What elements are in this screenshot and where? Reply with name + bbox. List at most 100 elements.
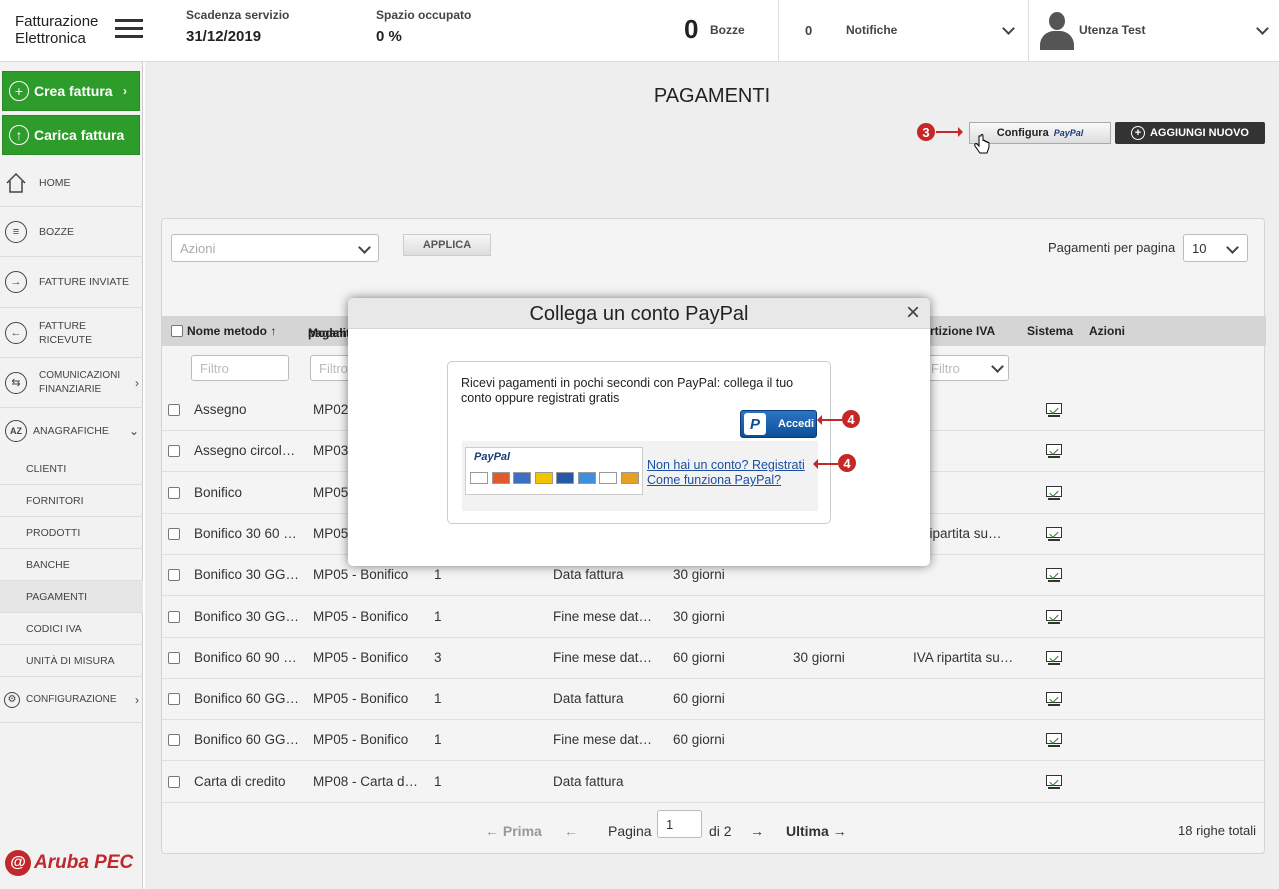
col-modalita-line2: pagame	[308, 326, 354, 340]
sidebar-sub-unita-misura[interactable]: UNITÀ DI MISURA	[0, 645, 143, 677]
sidebar-item-bozze[interactable]: ≡ BOZZE	[0, 207, 143, 257]
step-4-arrow-icon	[813, 459, 838, 469]
user-avatar-icon[interactable]	[1040, 12, 1074, 50]
sidebar-sub-prodotti[interactable]: PRODOTTI	[0, 517, 143, 549]
cell-nome: Bonifico 30 GG…	[194, 608, 300, 624]
cell-gg1: 30 giorni	[673, 567, 725, 583]
sidebar-sub-codici-iva[interactable]: CODICI IVA	[0, 613, 143, 645]
spazio-label: Spazio occupato	[376, 8, 472, 22]
row-checkbox[interactable]	[168, 734, 180, 747]
table-row[interactable]: Bonifico 60 GG… MP05 - Bonifico 1 Fine mese…	[162, 720, 1266, 762]
paypal-box: Ricevi pagamenti in pochi secondi con Pa…	[447, 361, 831, 524]
sidebar-sub-clienti[interactable]: CLIENTI	[0, 453, 143, 485]
pager-pagina-label: Pagina	[608, 823, 652, 839]
sidebar-item-configurazione[interactable]: ⚙ CONFIGURAZIONE ›	[0, 677, 143, 723]
divider	[1028, 0, 1029, 62]
cell-gg1: 30 giorni	[673, 608, 725, 624]
row-checkbox[interactable]	[168, 775, 180, 788]
row-checkbox[interactable]	[168, 569, 180, 582]
total-rows-label: 18 righe totali	[1178, 823, 1257, 838]
chevron-down-icon	[358, 241, 371, 254]
scadenza-label: Scadenza servizio	[186, 8, 290, 22]
table-row[interactable]: Carta di credito MP08 - Carta d… 1 Data fat…	[162, 762, 1266, 803]
sidebar-item-label: CONFIGURAZIONE	[26, 694, 117, 705]
exchange-icon: ⇆	[5, 371, 27, 394]
monitor-icon	[1046, 650, 1062, 666]
gear-icon: ⚙	[4, 691, 20, 708]
carica-fattura-label: Carica fattura	[34, 127, 125, 143]
aruba-at-icon: @	[5, 850, 31, 876]
pager-prima[interactable]: ← Prima	[485, 823, 542, 839]
drafts-icon: ≡	[5, 220, 27, 243]
sidebar: + Crea fattura › ↑ Carica fattura HOME ≡…	[0, 62, 143, 889]
cell-mod: MP05	[313, 525, 349, 541]
cell-n: 1	[434, 691, 442, 707]
crea-fattura-button[interactable]: + Crea fattura ›	[2, 71, 140, 111]
col-ripartizione-iva[interactable]: rtizione IVA	[930, 324, 995, 338]
hamburger-menu-icon[interactable]	[115, 19, 143, 39]
cell-dec: Fine mese dat…	[553, 608, 653, 624]
sidebar-sub-pagamenti[interactable]: PAGAMENTI	[0, 581, 143, 613]
bozze-label[interactable]: Bozze	[710, 23, 745, 37]
card-amex2-icon	[577, 472, 596, 484]
cell-nome: Bonifico 60 GG…	[194, 691, 300, 707]
come-funziona-link[interactable]: Come funziona PayPal?	[647, 473, 805, 488]
pager-prev-arrow-icon[interactable]: ←	[564, 823, 578, 839]
chevron-right-icon: ›	[123, 84, 127, 98]
cell-mod: MP05 - Bonifico	[313, 732, 409, 748]
brand-label: Aruba PEC	[34, 852, 134, 873]
row-checkbox[interactable]	[168, 693, 180, 706]
per-pagina-label: Pagamenti per pagina	[1048, 240, 1176, 255]
filter-nome-input[interactable]: Filtro	[191, 355, 289, 381]
pager-di-label: di 2	[709, 823, 732, 839]
per-pagina-select[interactable]: 10	[1183, 234, 1248, 262]
row-checkbox[interactable]	[168, 486, 180, 499]
col-nome-metodo[interactable]: Nome metodo ↑	[187, 324, 276, 338]
card-discover-icon	[599, 472, 617, 484]
step-3-arrow-icon	[936, 127, 963, 137]
sidebar-item-label: HOME	[39, 177, 71, 189]
sidebar-item-anagrafiche[interactable]: AZ ANAGRAFICHE ⌄	[0, 408, 143, 454]
notifiche-count[interactable]: 0	[805, 23, 812, 38]
paypal-cards-logo: PayPal	[465, 447, 643, 495]
pager-page-input[interactable]: 1	[657, 810, 702, 838]
row-checkbox[interactable]	[168, 651, 180, 664]
table-row[interactable]: Bonifico 60 90 … MP05 - Bonifico 3 Fine mes…	[162, 638, 1266, 679]
monitor-icon	[1046, 444, 1062, 459]
cell-gg1: 60 giorni	[673, 732, 725, 748]
pager-next-arrow-icon[interactable]: →	[750, 823, 764, 839]
sidebar-item-label: FINANZIARIE	[39, 383, 102, 395]
col-sistema[interactable]: Sistema	[1027, 324, 1073, 338]
app-logo[interactable]: Fatturazione Elettronica	[15, 13, 98, 47]
table-row[interactable]: Bonifico 30 GG… MP05 - Bonifico 1 Fine mese…	[162, 597, 1266, 638]
row-checkbox[interactable]	[168, 527, 180, 540]
user-name[interactable]: Utenza Test	[1079, 23, 1145, 37]
filter-ripartizione-select[interactable]: Filtro	[922, 355, 1009, 381]
configura-paypal-button[interactable]: Configura PayPal	[969, 122, 1111, 144]
sidebar-item-label: FATTURE INVIATE	[39, 276, 130, 288]
row-checkbox[interactable]	[168, 610, 180, 623]
close-icon[interactable]: ×	[906, 301, 920, 325]
user-chevron-down-icon[interactable]	[1256, 22, 1269, 35]
row-checkbox[interactable]	[168, 404, 180, 416]
sidebar-item-comunicazioni[interactable]: ⇆ COMUNICAZIONI FINANZIARIE ›	[0, 358, 143, 408]
sidebar-item-fatture-inviate[interactable]: → FATTURE INVIATE	[0, 257, 143, 308]
row-checkbox[interactable]	[168, 445, 180, 458]
notifiche-label[interactable]: Notifiche	[846, 23, 897, 37]
monitor-icon	[1046, 485, 1062, 501]
sidebar-item-fatture-ricevute[interactable]: ← FATTURE RICEVUTE	[0, 308, 143, 358]
azioni-select[interactable]: Azioni	[171, 234, 379, 262]
select-all-checkbox[interactable]	[171, 325, 183, 337]
sidebar-sub-fornitori[interactable]: FORNITORI	[0, 485, 143, 517]
notifiche-chevron-down-icon[interactable]	[1002, 22, 1015, 35]
applica-button[interactable]: APPLICA	[403, 234, 491, 256]
registrati-link[interactable]: Non hai un conto? Registrati	[647, 458, 805, 473]
bozze-count[interactable]: 0	[684, 14, 698, 45]
sidebar-item-home[interactable]: HOME	[0, 160, 143, 207]
aggiungi-nuovo-button[interactable]: + AGGIUNGI NUOVO	[1115, 122, 1265, 144]
table-row[interactable]: Bonifico 60 GG… MP05 - Bonifico 1 Data fatt…	[162, 679, 1266, 721]
sidebar-sub-banche[interactable]: BANCHE	[0, 549, 143, 581]
carica-fattura-button[interactable]: ↑ Carica fattura	[2, 115, 140, 155]
accedi-button[interactable]: P Accedi	[740, 410, 817, 438]
pager-ultima[interactable]: Ultima →	[786, 823, 847, 839]
